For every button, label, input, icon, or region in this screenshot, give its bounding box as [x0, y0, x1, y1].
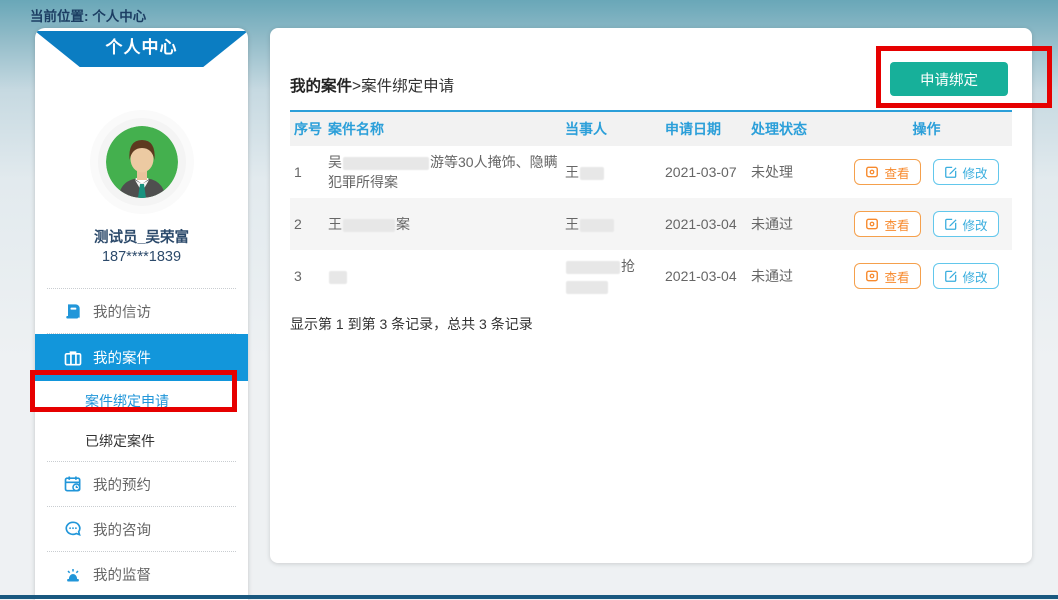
- sidebar-subitem-label: 已绑定案件: [85, 431, 155, 451]
- user-name: 测试员_吴荣富: [35, 226, 248, 247]
- person-avatar-icon: [106, 126, 178, 198]
- redacted-text: [580, 219, 614, 232]
- case-grid-icon: [63, 348, 83, 368]
- party-cell: 抢: [565, 256, 665, 297]
- sidebar-item-my-consultations[interactable]: 我的咨询: [35, 507, 248, 551]
- sidebar-subitem-case-binding-application[interactable]: 案件绑定申请: [35, 381, 248, 421]
- breadcrumb-separator: >: [352, 78, 361, 95]
- row-number: 1: [290, 164, 328, 180]
- view-icon: [865, 217, 879, 231]
- current-location-label: 当前位置: 个人中心: [30, 5, 146, 25]
- avatar: [106, 126, 178, 198]
- redacted-text: [329, 271, 347, 284]
- sidebar-menu: 我的信访 我的案件 案件绑定申请 已绑定案件 我的预约 我的咨询: [35, 288, 248, 597]
- table-header-row: 序号 案件名称 当事人 申请日期 处理状态 操作: [290, 112, 1012, 146]
- edit-button[interactable]: 修改: [933, 263, 999, 289]
- sidebar-item-my-appointments[interactable]: 我的预约: [35, 462, 248, 506]
- sidebar-item-my-petitions[interactable]: 我的信访: [35, 289, 248, 333]
- chat-bubble-icon: [63, 519, 83, 539]
- redacted-text: [566, 261, 620, 274]
- sidebar-subitem-bound-cases[interactable]: 已绑定案件: [35, 421, 248, 461]
- bottom-bar: [0, 595, 1058, 599]
- apply-date-cell: 2021-03-04: [665, 216, 751, 232]
- case-name-cell: 吴游等30人掩饰、隐瞒犯罪所得案: [328, 152, 565, 193]
- mailbox-icon: [63, 301, 83, 321]
- view-button[interactable]: 查看: [854, 159, 920, 185]
- header-case-name: 案件名称: [328, 119, 565, 139]
- content-panel: 我的案件>案件绑定申请 申请绑定 序号 案件名称 当事人 申请日期 处理状态 操…: [270, 28, 1032, 563]
- table-body: 1 吴游等30人掩饰、隐瞒犯罪所得案 王 2021-03-07 未处理 查看 修…: [290, 146, 1012, 302]
- table-row: 1 吴游等30人掩饰、隐瞒犯罪所得案 王 2021-03-07 未处理 查看 修…: [290, 146, 1012, 198]
- status-cell: 未通过: [751, 214, 841, 234]
- header-no: 序号: [290, 119, 328, 139]
- view-icon: [865, 269, 879, 283]
- case-name-cell: 王案: [328, 214, 565, 234]
- sidebar: 个人中心 测试员_吴荣富 187****1839: [35, 28, 248, 600]
- user-phone: 187****1839: [35, 249, 248, 265]
- status-cell: 未处理: [751, 162, 841, 182]
- redacted-text: [343, 219, 395, 232]
- row-number: 2: [290, 216, 328, 232]
- calendar-clock-icon: [63, 474, 83, 494]
- view-icon: [865, 165, 879, 179]
- sidebar-item-label: 我的咨询: [93, 519, 151, 540]
- redacted-text: [566, 281, 608, 294]
- sidebar-item-my-cases[interactable]: 我的案件: [35, 334, 248, 381]
- header-status: 处理状态: [751, 119, 841, 139]
- apply-date-cell: 2021-03-07: [665, 164, 751, 180]
- edit-icon: [944, 165, 958, 179]
- sidebar-item-label: 我的监督: [93, 564, 151, 585]
- header-party: 当事人: [565, 119, 665, 139]
- redacted-text: [343, 157, 429, 170]
- table-row: 3 抢 2021-03-04 未通过 查看 修改: [290, 250, 1012, 302]
- edit-icon: [944, 269, 958, 283]
- table-row: 2 王案 王 2021-03-04 未通过 查看 修改: [290, 198, 1012, 250]
- row-number: 3: [290, 268, 328, 284]
- sidebar-item-label: 我的信访: [93, 301, 151, 322]
- edit-button[interactable]: 修改: [933, 211, 999, 237]
- apply-binding-button[interactable]: 申请绑定: [890, 62, 1008, 96]
- case-name-cell: [328, 266, 565, 286]
- sidebar-item-label: 我的预约: [93, 474, 151, 495]
- breadcrumb-current: 案件绑定申请: [361, 78, 454, 95]
- breadcrumb-parent: 我的案件: [290, 78, 352, 95]
- breadcrumb: 我的案件>案件绑定申请: [290, 74, 454, 96]
- edit-button[interactable]: 修改: [933, 159, 999, 185]
- status-cell: 未通过: [751, 266, 841, 286]
- party-cell: 王: [565, 214, 665, 234]
- sidebar-title-banner: 个人中心: [35, 31, 248, 67]
- sidebar-subitem-label: 案件绑定申请: [85, 391, 169, 411]
- edit-icon: [944, 217, 958, 231]
- records-summary: 显示第 1 到第 3 条记录，总共 3 条记录: [290, 314, 1012, 334]
- view-button[interactable]: 查看: [854, 211, 920, 237]
- apply-date-cell: 2021-03-04: [665, 268, 751, 284]
- view-button[interactable]: 查看: [854, 263, 920, 289]
- redacted-text: [580, 167, 604, 180]
- header-actions: 操作: [841, 119, 1012, 139]
- header-date: 申请日期: [665, 119, 751, 139]
- party-cell: 王: [565, 162, 665, 182]
- alarm-icon: [63, 564, 83, 584]
- cases-table: 序号 案件名称 当事人 申请日期 处理状态 操作 1 吴游等30人掩饰、隐瞒犯罪…: [290, 110, 1012, 302]
- sidebar-item-label: 我的案件: [93, 347, 151, 368]
- sidebar-item-my-supervision[interactable]: 我的监督: [35, 552, 248, 596]
